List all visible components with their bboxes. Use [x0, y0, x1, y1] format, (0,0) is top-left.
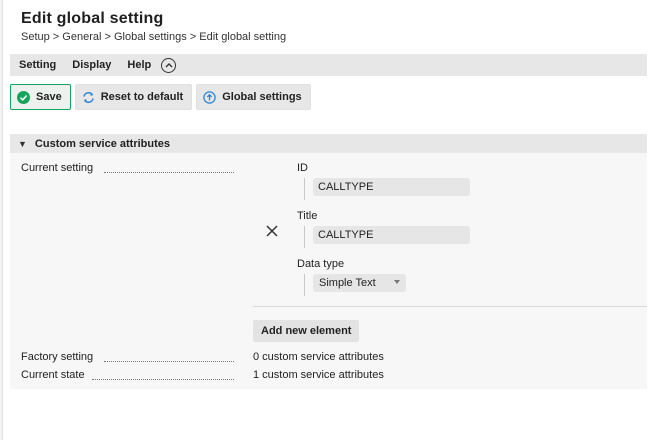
breadcrumb: Setup > General > Global settings > Edit…	[21, 31, 287, 43]
save-label: Save	[36, 91, 62, 103]
current-state-label: Current state	[21, 369, 85, 381]
id-input[interactable]: CALLTYPE	[313, 178, 470, 196]
factory-setting-label: Factory setting	[21, 351, 94, 363]
data-type-select[interactable]: Simple Text	[313, 274, 406, 292]
menu-setting[interactable]: Setting	[10, 59, 64, 71]
chevron-down-icon	[394, 280, 400, 284]
menu-bar: Setting Display Help	[10, 54, 647, 76]
current-setting-label: Current setting	[21, 162, 94, 174]
id-label: ID	[297, 162, 308, 174]
chevron-up-circle-icon[interactable]	[161, 57, 177, 73]
title-area: Edit global setting Setup > General > Gl…	[21, 10, 286, 43]
divider	[253, 306, 647, 307]
title-label: Title	[297, 210, 318, 222]
data-type-label: Data type	[297, 258, 345, 270]
field-indent-bar	[304, 226, 305, 248]
reset-label: Reset to default	[100, 91, 184, 103]
triangle-down-icon[interactable]: ▼	[18, 139, 27, 149]
section-header[interactable]: ▼ Custom service attributes	[10, 134, 647, 153]
leader-dots	[92, 378, 234, 380]
check-circle-icon	[17, 90, 30, 104]
reset-to-default-button[interactable]: Reset to default	[74, 84, 193, 110]
field-indent-bar	[304, 178, 305, 200]
save-button[interactable]: Save	[10, 84, 71, 110]
title-input[interactable]: CALLTYPE	[313, 226, 470, 244]
current-state-value: 1 custom service attributes	[253, 369, 384, 381]
field-indent-bar	[304, 274, 305, 296]
refresh-arrows-icon	[82, 91, 95, 104]
menu-help[interactable]: Help	[119, 59, 159, 71]
toolbar: Save Reset to default Global settings	[10, 84, 311, 110]
data-type-value: Simple Text	[319, 277, 376, 289]
leader-dots	[104, 360, 234, 362]
section-title: Custom service attributes	[34, 137, 171, 150]
close-icon[interactable]	[265, 224, 279, 243]
page-title: Edit global setting	[21, 10, 164, 27]
global-settings-button[interactable]: Global settings	[196, 84, 311, 110]
add-new-element-button[interactable]: Add new element	[253, 320, 360, 342]
menu-display[interactable]: Display	[64, 59, 119, 71]
circle-arrow-up-icon	[203, 90, 216, 104]
global-settings-label: Global settings	[222, 91, 302, 103]
leader-dots	[104, 171, 234, 173]
factory-setting-value: 0 custom service attributes	[253, 351, 384, 363]
